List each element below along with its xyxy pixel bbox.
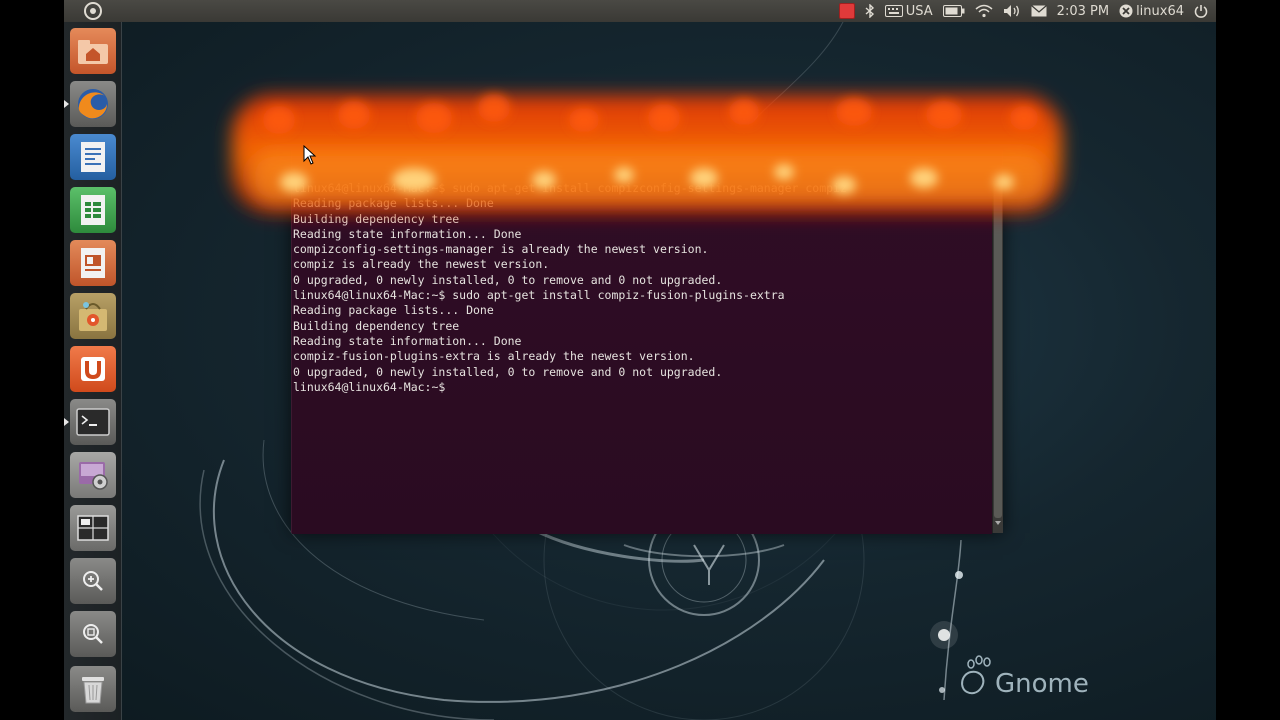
terminal-line: Reading package lists... Done xyxy=(293,196,494,211)
clock[interactable]: 2:03 PM xyxy=(1057,0,1109,22)
terminal-line: 0 upgraded, 0 newly installed, 0 to remo… xyxy=(293,272,723,287)
terminal-content[interactable]: linux64@linux64-Mac:~$ sudo apt-get inst… xyxy=(292,181,992,534)
user-name: linux64 xyxy=(1136,3,1184,19)
letterbox-right xyxy=(1216,0,1280,720)
scroll-down-arrow-icon[interactable] xyxy=(995,521,1001,525)
launcher-item-firefox[interactable] xyxy=(70,81,116,127)
terminal-line: compiz is already the newest version. xyxy=(293,257,550,272)
terminal-line: Reading state information... Done xyxy=(293,226,522,241)
software-center-icon xyxy=(79,302,107,331)
launcher-item-zoom-in[interactable] xyxy=(70,558,116,604)
keyboard-layout-label: USA xyxy=(905,3,933,19)
keyboard-layout-indicator[interactable]: USA xyxy=(884,0,933,22)
writer-icon xyxy=(81,142,105,172)
launcher-item-ubuntu-one[interactable] xyxy=(70,346,116,392)
calc-icon xyxy=(81,195,105,225)
power-icon[interactable] xyxy=(1194,0,1208,22)
bluetooth-icon[interactable] xyxy=(865,0,875,22)
volume-icon[interactable] xyxy=(1003,0,1021,22)
launcher-item-libreoffice-writer[interactable] xyxy=(70,134,116,180)
scrollbar-thumb[interactable] xyxy=(994,183,1002,518)
zoom-out-icon xyxy=(83,624,103,644)
firefox-icon xyxy=(78,89,108,119)
keyboard-icon xyxy=(884,5,903,17)
ubuntu-one-icon xyxy=(81,357,105,381)
red-square-indicator-icon[interactable] xyxy=(838,0,855,22)
terminal-icon xyxy=(76,408,110,436)
launcher xyxy=(64,22,122,720)
terminal-output: linux64@linux64-Mac:~$ sudo apt-get inst… xyxy=(293,181,993,395)
terminal-line: linux64@linux64-Mac:~$ sudo apt-get inst… xyxy=(293,288,785,303)
home-folder-icon xyxy=(78,40,108,64)
workspace-icon xyxy=(77,515,109,541)
launcher-item-home-folder[interactable] xyxy=(70,28,116,74)
terminal-window[interactable]: linux64@linux64-Mac:~$ sudo apt-get inst… xyxy=(291,150,1003,534)
mouse-cursor-icon xyxy=(303,145,317,165)
trash-icon xyxy=(82,677,104,704)
user-icon xyxy=(1119,4,1133,18)
user-menu[interactable]: linux64 xyxy=(1119,0,1184,22)
impress-icon xyxy=(81,248,105,278)
gnome-logo-text: Gnome xyxy=(995,669,1089,699)
terminal-scrollbar[interactable] xyxy=(992,181,1003,533)
launcher-item-workspace-switcher[interactable] xyxy=(70,505,116,551)
wifi-icon[interactable] xyxy=(975,0,993,22)
launcher-item-zoom-out[interactable] xyxy=(70,611,116,657)
terminal-line: Building dependency tree xyxy=(293,211,460,226)
terminal-line: 0 upgraded, 0 newly installed, 0 to remo… xyxy=(293,364,723,379)
terminal-line: compiz-fusion-plugins-extra is already t… xyxy=(293,349,695,364)
mail-icon[interactable] xyxy=(1030,0,1047,22)
launcher-item-libreoffice-impress[interactable] xyxy=(70,240,116,286)
indicator-area: USA 2:03 PM linux64 xyxy=(838,0,1208,22)
ubuntu-logo-icon[interactable] xyxy=(84,2,102,20)
desktop: Gnome USA 2:03 PM linux64 linux64@linux6… xyxy=(64,0,1216,720)
gnome-foot-icon xyxy=(961,655,991,695)
terminal-line: Reading package lists... Done xyxy=(293,303,494,318)
launcher-item-compizconfig[interactable] xyxy=(70,452,116,498)
launcher-item-trash[interactable] xyxy=(70,666,116,712)
terminal-line: Reading state information... Done xyxy=(293,333,522,348)
launcher-running-indicator xyxy=(64,100,69,108)
top-panel: USA 2:03 PM linux64 xyxy=(64,0,1216,22)
terminal-line: compizconfig-settings-manager is already… xyxy=(293,242,709,257)
launcher-item-libreoffice-calc[interactable] xyxy=(70,187,116,233)
battery-icon[interactable] xyxy=(942,0,965,22)
compizconfig-icon xyxy=(79,462,108,490)
launcher-item-ubuntu-software-center[interactable] xyxy=(70,293,116,339)
terminal-line: linux64@linux64-Mac:~$ sudo apt-get inst… xyxy=(293,181,847,195)
zoom-in-icon xyxy=(83,571,103,591)
gnome-logo: Gnome xyxy=(957,645,1097,705)
terminal-line: linux64@linux64-Mac:~$ xyxy=(293,379,446,394)
letterbox-left xyxy=(0,0,64,720)
launcher-item-terminal[interactable] xyxy=(70,399,116,445)
launcher-running-indicator xyxy=(64,418,69,426)
terminal-line: Building dependency tree xyxy=(293,318,460,333)
